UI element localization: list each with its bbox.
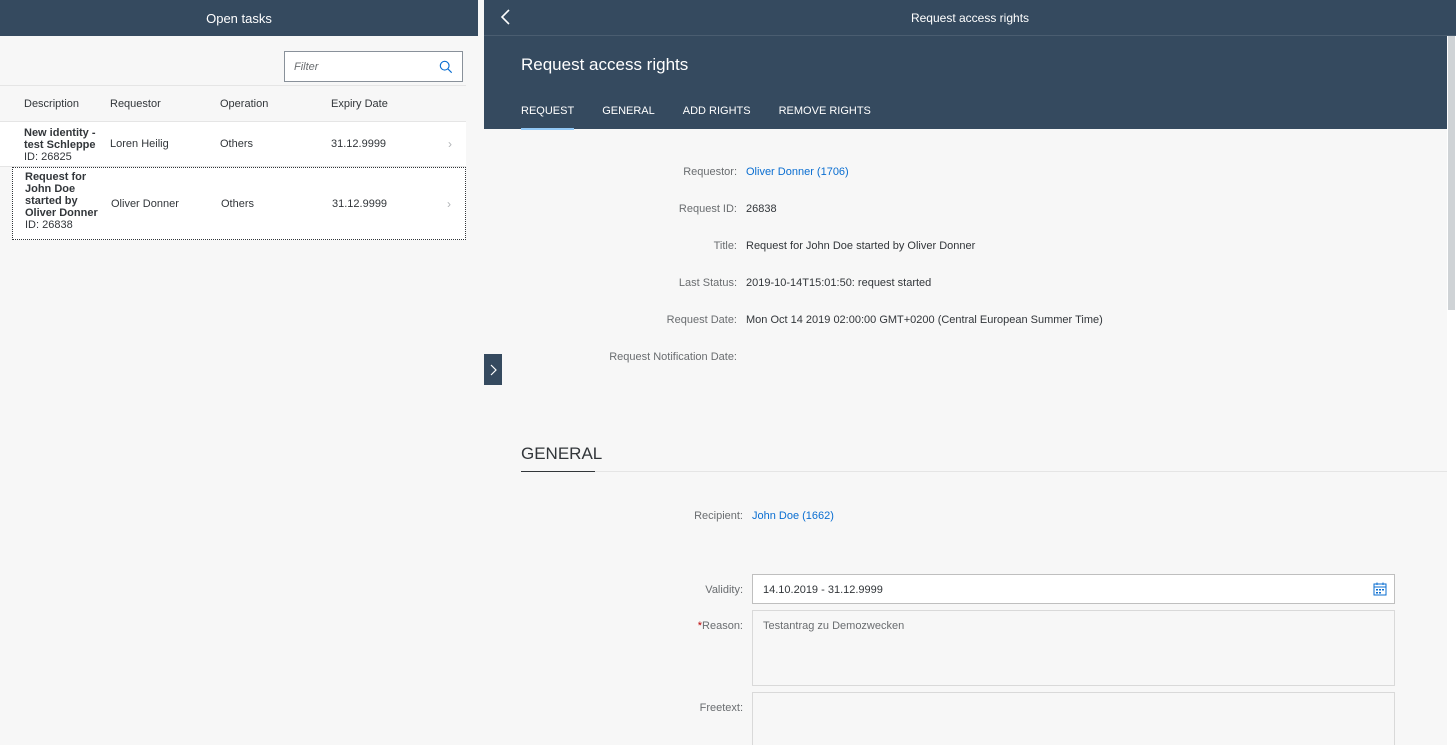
expand-master-button[interactable] [484, 354, 502, 385]
tasks-table: Description Requestor Operation Expiry D… [0, 85, 466, 240]
search-icon[interactable] [439, 60, 453, 74]
task-operation: Others [221, 197, 255, 210]
request-id-value: 26838 [746, 203, 777, 215]
master-header: Open tasks [0, 0, 478, 36]
task-requestor: Loren Heilig [110, 138, 169, 150]
task-id: ID: 26825 [24, 151, 72, 163]
reason-label-text: Reason: [702, 620, 743, 632]
task-title-line: test Schleppe [24, 139, 96, 151]
task-requestor: Oliver Donner [111, 197, 179, 210]
detail-topbar: Request access rights [484, 0, 1456, 36]
chevron-right-icon[interactable]: › [448, 137, 452, 151]
reason-label: *Reason: [698, 620, 743, 632]
master-title: Open tasks [206, 10, 272, 26]
filter-bar [0, 36, 478, 85]
chevron-right-icon [490, 364, 497, 375]
request-id-label: Request ID: [678, 203, 737, 215]
request-date-value: Mon Oct 14 2019 02:00:00 GMT+0200 (Centr… [746, 314, 1103, 326]
column-header-operation[interactable]: Operation [220, 98, 268, 110]
filter-input[interactable] [285, 60, 430, 73]
last-status-value: 2019-10-14T15:01:50: request started [746, 277, 932, 289]
general-section-title: GENERAL [521, 444, 603, 463]
column-header-expiry-date[interactable]: Expiry Date [331, 98, 388, 110]
title-label: Title: [713, 240, 737, 252]
last-status-label: Last Status: [678, 277, 737, 289]
chevron-right-icon[interactable]: › [447, 197, 451, 211]
object-header: Request access rights REQUEST GENERAL AD… [484, 36, 1456, 130]
reason-textarea[interactable]: Testantrag zu Demozwecken [752, 610, 1395, 686]
title-value: Request for John Doe started by Oliver D… [746, 240, 976, 252]
task-title-line: New identity - [24, 127, 96, 139]
column-header-description[interactable]: Description [24, 98, 79, 110]
section-title-underline [521, 471, 595, 472]
tab-general[interactable]: GENERAL [602, 105, 655, 130]
task-title-line: John Doe [25, 183, 76, 195]
task-description: New identity - test Schleppe ID: 26825 [24, 127, 96, 163]
section-divider [595, 471, 1447, 472]
notification-date-label: Request Notification Date: [609, 351, 737, 363]
detail-topbar-title: Request access rights [910, 10, 1030, 25]
column-header-requestor[interactable]: Requestor [110, 98, 161, 110]
table-row-selected[interactable]: Request for John Doe started by Oliver D… [12, 167, 466, 240]
filter-field[interactable] [284, 51, 463, 82]
task-expiry-date: 31.12.9999 [331, 138, 387, 150]
freetext-label: Freetext: [699, 702, 743, 714]
request-date-label: Request Date: [666, 314, 737, 326]
requestor-label: Requestor: [683, 166, 737, 178]
tab-bar: REQUEST GENERAL ADD RIGHTS REMOVE RIGHTS [521, 105, 871, 130]
task-title-line: started by [25, 195, 78, 207]
tab-remove-rights[interactable]: REMOVE RIGHTS [779, 105, 871, 130]
detail-pane: Request access rights Request access rig… [484, 0, 1456, 745]
recipient-label: Recipient: [694, 510, 743, 522]
task-expiry-date: 31.12.9999 [332, 197, 388, 210]
task-description: Request for John Doe started by Oliver D… [25, 171, 98, 231]
tab-add-rights[interactable]: ADD RIGHTS [683, 105, 751, 130]
table-row[interactable]: New identity - test Schleppe ID: 26825 L… [0, 122, 466, 167]
task-id: ID: 26838 [25, 219, 73, 231]
master-list-pane: Open tasks Description Requestor Operati… [0, 0, 478, 745]
recipient-link[interactable]: John Doe (1662) [752, 510, 834, 522]
back-arrow-icon[interactable] [496, 7, 516, 27]
validity-label: Validity: [705, 584, 743, 596]
task-title-line: Oliver Donner [25, 207, 98, 219]
freetext-textarea[interactable] [752, 692, 1395, 745]
task-title-line: Request for [25, 171, 87, 183]
scrollbar-thumb[interactable] [1448, 36, 1455, 310]
object-title: Request access rights [521, 55, 689, 74]
requestor-link[interactable]: Oliver Donner (1706) [746, 166, 849, 178]
table-header: Description Requestor Operation Expiry D… [0, 85, 466, 122]
calendar-icon[interactable] [1373, 582, 1387, 596]
tab-request[interactable]: REQUEST [521, 105, 575, 130]
validity-date-range-input[interactable]: 14.10.2019 - 31.12.9999 [752, 574, 1395, 604]
task-operation: Others [220, 138, 254, 150]
